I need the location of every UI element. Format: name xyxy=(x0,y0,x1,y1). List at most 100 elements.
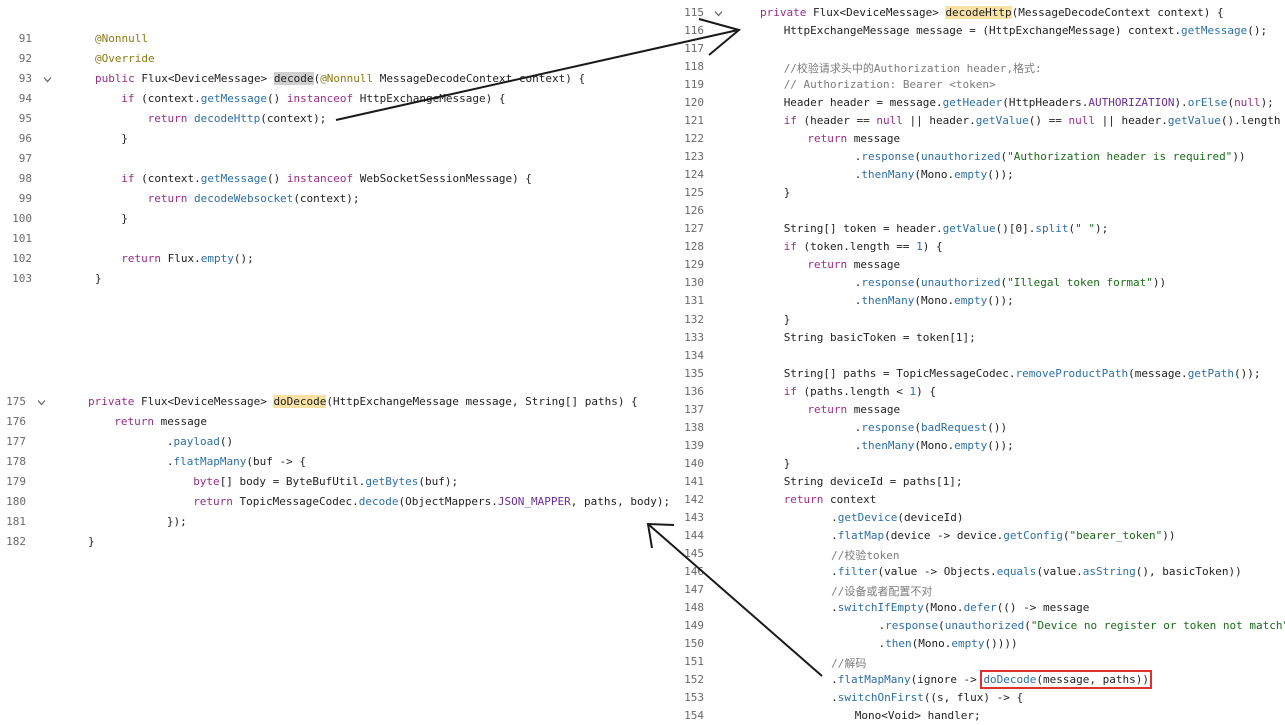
code-token: @Nonnull xyxy=(95,32,148,45)
code-token: HttpExchangeMessage message = (HttpExcha… xyxy=(783,24,1182,38)
code-line: } xyxy=(784,313,791,326)
code-token: ) { xyxy=(916,384,937,398)
code-token: getMessage xyxy=(200,172,268,185)
code-token: . xyxy=(831,673,838,687)
code-token: ). xyxy=(1174,96,1188,110)
code-token: ()); xyxy=(987,438,1014,452)
code-token: getValue xyxy=(942,222,996,236)
code-token: (Mono. xyxy=(923,600,964,614)
code-token: . xyxy=(831,691,838,705)
line-number: 124 xyxy=(684,168,704,182)
code-token: } xyxy=(95,272,102,285)
code-token: removeProductPath xyxy=(1015,366,1129,380)
code-token: if xyxy=(783,384,797,398)
fold-chevron-icon[interactable] xyxy=(37,398,46,407)
code-token: || header. xyxy=(902,114,976,128)
code-token: byte xyxy=(193,475,220,488)
line-number: 91 xyxy=(18,32,32,45)
code-token: Flux<DeviceMessage> xyxy=(812,6,946,19)
code-token: // Authorization: Bearer <token> xyxy=(783,78,996,92)
line-number: 150 xyxy=(684,637,704,651)
code-token: return xyxy=(147,112,188,125)
code-token: switchOnFirst xyxy=(837,691,924,705)
code-token: (deviceId) xyxy=(897,510,964,524)
code-token: (message, paths)) xyxy=(1036,673,1150,687)
fold-chevron-icon[interactable] xyxy=(43,75,52,84)
code-token: . xyxy=(831,564,838,578)
line-number: 96 xyxy=(18,132,32,145)
line-number: 116 xyxy=(684,24,704,38)
code-token: thenMany xyxy=(861,168,915,182)
code-token: return xyxy=(193,495,233,508)
code-token: public xyxy=(95,72,142,85)
code-line: .flatMap(device -> device.getConfig("bea… xyxy=(831,529,1175,542)
code-token: . xyxy=(831,600,838,614)
line-number: 177 xyxy=(6,435,26,448)
code-token: "Device no register or token not match" xyxy=(1030,619,1285,633)
line-number: 133 xyxy=(684,330,704,344)
code-token: unauthorized xyxy=(921,150,1001,164)
code-token: split xyxy=(1035,222,1069,236)
line-number: 130 xyxy=(684,276,704,290)
line-number: 127 xyxy=(684,222,704,236)
fold-chevron-icon[interactable] xyxy=(714,9,723,18)
code-token: (context. xyxy=(134,92,201,105)
line-number: 136 xyxy=(684,384,704,398)
code-token: return xyxy=(783,492,824,506)
code-token: . xyxy=(831,528,838,542)
code-token: (); xyxy=(233,252,254,265)
code-token: , paths, body); xyxy=(570,495,671,508)
code-token: )) xyxy=(1152,276,1167,290)
code-token: unauthorized xyxy=(921,276,1001,290)
code-token: thenMany xyxy=(861,438,915,452)
code-token: HttpExchangeMessage) { xyxy=(353,92,506,105)
code-token: message xyxy=(847,258,901,272)
line-number: 149 xyxy=(684,619,704,633)
code-token: JSON_MAPPER xyxy=(497,495,571,508)
code-line: //设备或者配置不对 xyxy=(831,583,932,599)
code-line: .thenMany(Mono.empty()); xyxy=(855,168,1014,181)
code-token: orElse xyxy=(1187,96,1228,110)
code-token: switchIfEmpty xyxy=(837,600,924,614)
line-number: 132 xyxy=(684,312,704,326)
code-token: badRequest xyxy=(921,420,988,434)
code-token: decodeHttp xyxy=(193,112,261,125)
code-token: "bearer_token" xyxy=(1069,528,1163,542)
code-line: HttpExchangeMessage message = (HttpExcha… xyxy=(784,24,1267,37)
code-line: .then(Mono.empty()))) xyxy=(879,637,1018,650)
code-token: response xyxy=(861,150,915,164)
code-token: return xyxy=(807,132,848,146)
code-line: .flatMapMany(buf -> { xyxy=(167,455,306,468)
code-line: Mono<Void> handler; xyxy=(855,709,981,722)
code-token: ()); xyxy=(987,294,1014,308)
line-number: 181 xyxy=(6,515,26,528)
code-token: flatMap xyxy=(837,528,885,542)
code-token: (device -> device. xyxy=(884,528,1004,542)
code-token: response xyxy=(861,420,915,434)
code-line: .switchOnFirst((s, flux) -> { xyxy=(831,691,1023,704)
code-token: ()))) xyxy=(984,637,1018,651)
code-line: @Override xyxy=(95,52,155,65)
code-line: private Flux<DeviceMessage> decodeHttp(M… xyxy=(760,6,1224,19)
code-line: } xyxy=(121,212,128,225)
code-token: TopicMessageCodec. xyxy=(232,495,359,508)
code-token: } xyxy=(783,186,791,200)
code-token: null xyxy=(876,114,903,128)
code-token: String[] token = header. xyxy=(783,222,943,236)
code-token: (); xyxy=(1247,24,1268,38)
line-number: 92 xyxy=(18,52,32,65)
highlight-box-dodecode-call: doDecode(message, paths)) xyxy=(980,670,1153,690)
code-token: decodeWebsocket xyxy=(193,192,294,205)
code-token: //设备或者配置不对 xyxy=(831,584,933,598)
code-line: .response(unauthorized("Authorization he… xyxy=(855,150,1246,163)
code-token: getBytes xyxy=(365,475,419,488)
code-token: (HttpHeaders. xyxy=(1002,96,1089,110)
code-line: .thenMany(Mono.empty()); xyxy=(855,294,1014,307)
line-number: 126 xyxy=(684,204,704,218)
code-line: @Nonnull xyxy=(95,32,148,45)
code-token: (message. xyxy=(1128,366,1188,380)
code-token: (header == xyxy=(796,114,877,128)
code-line: .payload() xyxy=(167,435,233,448)
line-number: 148 xyxy=(684,600,704,614)
code-token: ( xyxy=(1062,528,1070,542)
